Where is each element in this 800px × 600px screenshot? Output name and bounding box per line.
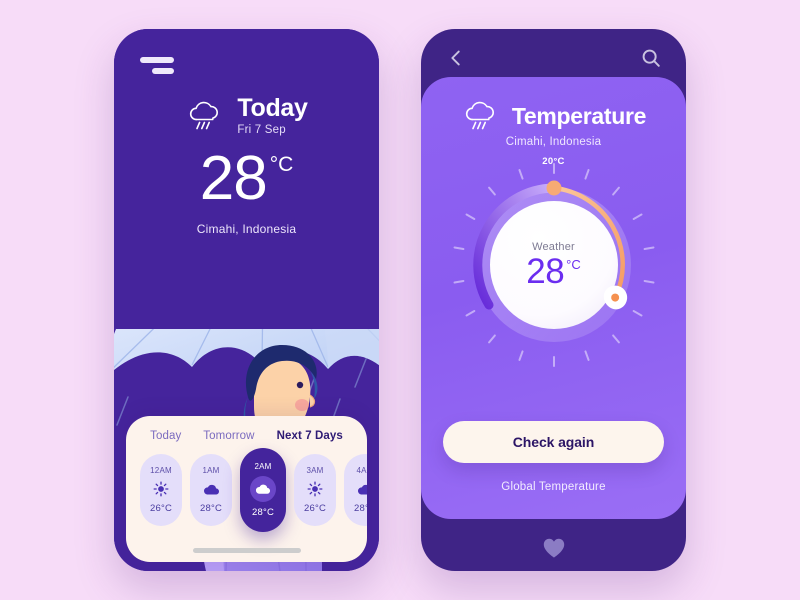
hour-time: 1AM (202, 466, 220, 475)
tab-next-7-days[interactable]: Next 7 Days (277, 430, 343, 442)
today-title-block: Today Fri 7 Sep (237, 94, 308, 137)
hamburger-bar-bottom (152, 68, 174, 74)
page-title: Temperature (511, 102, 647, 129)
rain-cloud-icon (185, 99, 225, 133)
today-header: Today Fri 7 Sep 28 °C Cimahi, Indonesia (114, 95, 379, 236)
forecast-tabs: Today Tomorrow Next 7 Days (126, 430, 367, 442)
cloud-icon (202, 480, 220, 498)
phone-screen-temperature: Temperature Cimahi, Indonesia 20°C Weath… (421, 29, 686, 571)
sun-icon (152, 480, 170, 498)
today-date: Fri 7 Sep (237, 124, 286, 137)
hourly-card[interactable]: 1AM 28°C (190, 454, 232, 526)
hour-time: 12AM (150, 466, 172, 475)
global-temperature-link[interactable]: Global Temperature (421, 481, 686, 493)
hourly-forecast-list[interactable]: 12AM 26°C 1AM 28°C 2AM 28°C 3AM 26°C 4A … (126, 448, 367, 532)
hourly-card[interactable]: 4AM 28°C (344, 454, 367, 526)
forecast-sheet: Today Tomorrow Next 7 Days 12AM 26°C 1AM… (126, 416, 367, 562)
dial-handle-icon[interactable] (449, 160, 659, 370)
hour-time: 3AM (306, 466, 324, 475)
hamburger-icon[interactable] (140, 57, 174, 75)
temperature-header: Temperature (421, 99, 686, 133)
today-temperature: 28 °C (136, 148, 357, 210)
temperature-card: Temperature Cimahi, Indonesia 20°C Weath… (421, 77, 686, 519)
today-temperature-value: 28 (199, 144, 268, 214)
temperature-location: Cimahi, Indonesia (505, 136, 602, 148)
hour-temp: 26°C (149, 503, 173, 514)
hourly-card-selected[interactable]: 2AM 28°C (240, 448, 286, 532)
temperature-dial[interactable]: 20°C Weather 28 °C (449, 156, 659, 370)
hourly-card[interactable]: 3AM 26°C (294, 454, 336, 526)
screens-stage: Today Fri 7 Sep 28 °C Cimahi, Indonesia (0, 0, 800, 600)
hour-time: 2AM (254, 462, 272, 471)
hour-temp: 28°C (199, 503, 223, 514)
page-title: Today (237, 94, 308, 122)
heart-icon (543, 538, 564, 558)
chevron-left-icon[interactable] (443, 45, 469, 71)
today-temperature-unit: °C (269, 153, 294, 177)
hourly-card[interactable]: 12AM 26°C (140, 454, 182, 526)
today-location: Cimahi, Indonesia (196, 222, 297, 237)
hour-time: 4AM (356, 466, 367, 475)
check-again-button[interactable]: Check again (443, 421, 664, 463)
today-title-row: Today Fri 7 Sep (136, 95, 357, 136)
home-indicator[interactable] (192, 548, 301, 553)
favorite-button[interactable] (421, 537, 686, 559)
cloud-icon (250, 476, 276, 502)
rain-cloud-icon (461, 99, 501, 133)
phone-screen-today: Today Fri 7 Sep 28 °C Cimahi, Indonesia (114, 29, 379, 571)
tab-tomorrow[interactable]: Tomorrow (203, 430, 254, 442)
hamburger-bar-top (140, 57, 174, 63)
cloud-icon (356, 480, 367, 498)
hour-temp: 28°C (353, 503, 367, 514)
search-icon[interactable] (638, 45, 664, 71)
sun-icon (306, 480, 324, 498)
hour-temp: 26°C (303, 503, 327, 514)
temperature-topbar (421, 29, 686, 87)
tab-today[interactable]: Today (150, 430, 181, 442)
hour-temp: 28°C (251, 507, 275, 518)
